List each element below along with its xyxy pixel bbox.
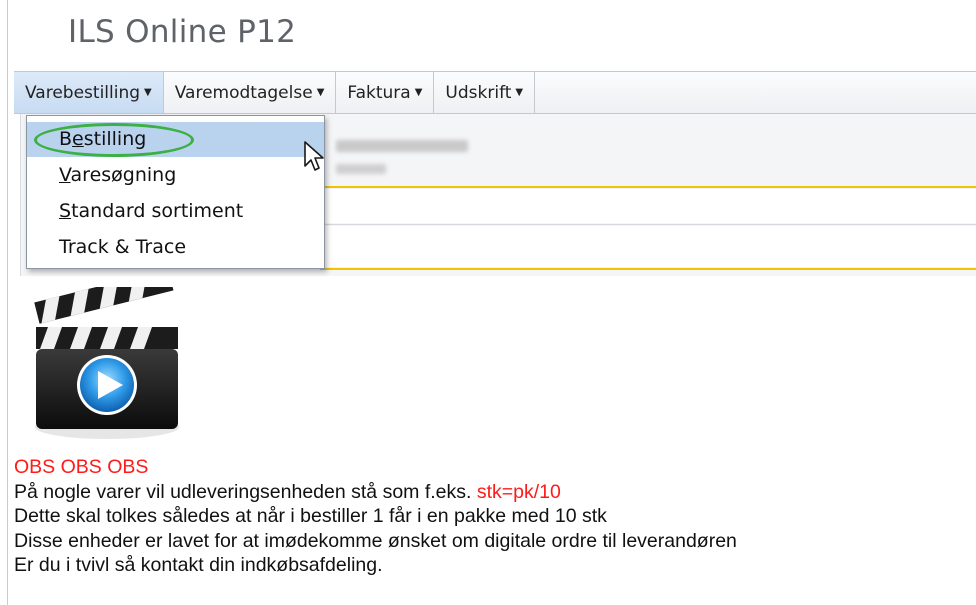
menu-label: Varemodtagelse <box>174 82 313 103</box>
menu-faktura[interactable]: Faktura ▼ <box>336 72 435 113</box>
menu-item-standard-sortiment[interactable]: Standard sortiment <box>27 194 324 229</box>
clapperboard-play-icon[interactable] <box>30 287 184 443</box>
divider-line <box>320 268 976 270</box>
caret-down-icon: ▼ <box>515 87 524 98</box>
access-key: V <box>59 164 71 186</box>
notice-text: På nogle varer vil udleveringsenheden st… <box>14 480 477 503</box>
menu-item-bestilling[interactable]: Bestilling <box>27 122 324 157</box>
blurred-text <box>336 164 386 174</box>
caret-down-icon: ▼ <box>144 87 152 98</box>
menu-item-text: tandard sortiment <box>71 200 244 222</box>
caret-down-icon: ▼ <box>414 87 423 98</box>
menu-label: Varebestilling <box>25 82 141 103</box>
info-notice: OBS OBS OBS På nogle varer vil udleverin… <box>14 455 737 578</box>
unit-example: stk=pk/10 <box>476 480 561 503</box>
menu-item-track-trace[interactable]: Track & Trace <box>27 230 324 265</box>
window-left-edge <box>7 0 8 605</box>
mouse-pointer-icon <box>304 141 324 171</box>
notice-line: På nogle varer vil udleveringsenheden st… <box>14 480 737 505</box>
access-key: S <box>59 200 72 222</box>
divider-line <box>320 224 976 225</box>
menu-udskrift[interactable]: Udskrift ▼ <box>434 72 536 113</box>
notice-line: Dette skal tolkes således at når i besti… <box>14 505 607 527</box>
varebestilling-dropdown: Bestilling Varesøgning Standard sortimen… <box>26 115 325 269</box>
content-row <box>320 189 976 223</box>
blurred-text <box>336 140 468 152</box>
menu-label: Faktura <box>347 82 411 103</box>
main-menubar: Varebestilling ▼ Varemodtagelse ▼ Faktura ▼… <box>14 71 976 114</box>
menu-varemodtagelse[interactable]: Varemodtagelse ▼ <box>164 72 337 113</box>
menu-item-varesogning[interactable]: Varesøgning <box>27 158 324 193</box>
menu-item-text: Track & Trace <box>59 236 187 258</box>
menu-item-text: stilling <box>83 128 147 150</box>
page-title: ILS Online P12 <box>68 14 297 50</box>
content-row <box>320 226 976 267</box>
menu-item-text: B <box>59 128 73 150</box>
notice-line: Disse enheder er lavet for at imødekomme… <box>14 529 737 552</box>
menu-varebestilling[interactable]: Varebestilling ▼ <box>14 72 164 113</box>
menu-label: Udskrift <box>445 82 512 103</box>
notice-heading: OBS OBS OBS <box>14 456 149 478</box>
divider-line <box>320 186 976 188</box>
notice-line: Er du i tvivl så kontakt din indkøbsafde… <box>14 554 383 576</box>
menu-item-text: aresøgning <box>70 164 177 186</box>
caret-down-icon: ▼ <box>316 87 325 98</box>
access-key: e <box>72 128 84 150</box>
